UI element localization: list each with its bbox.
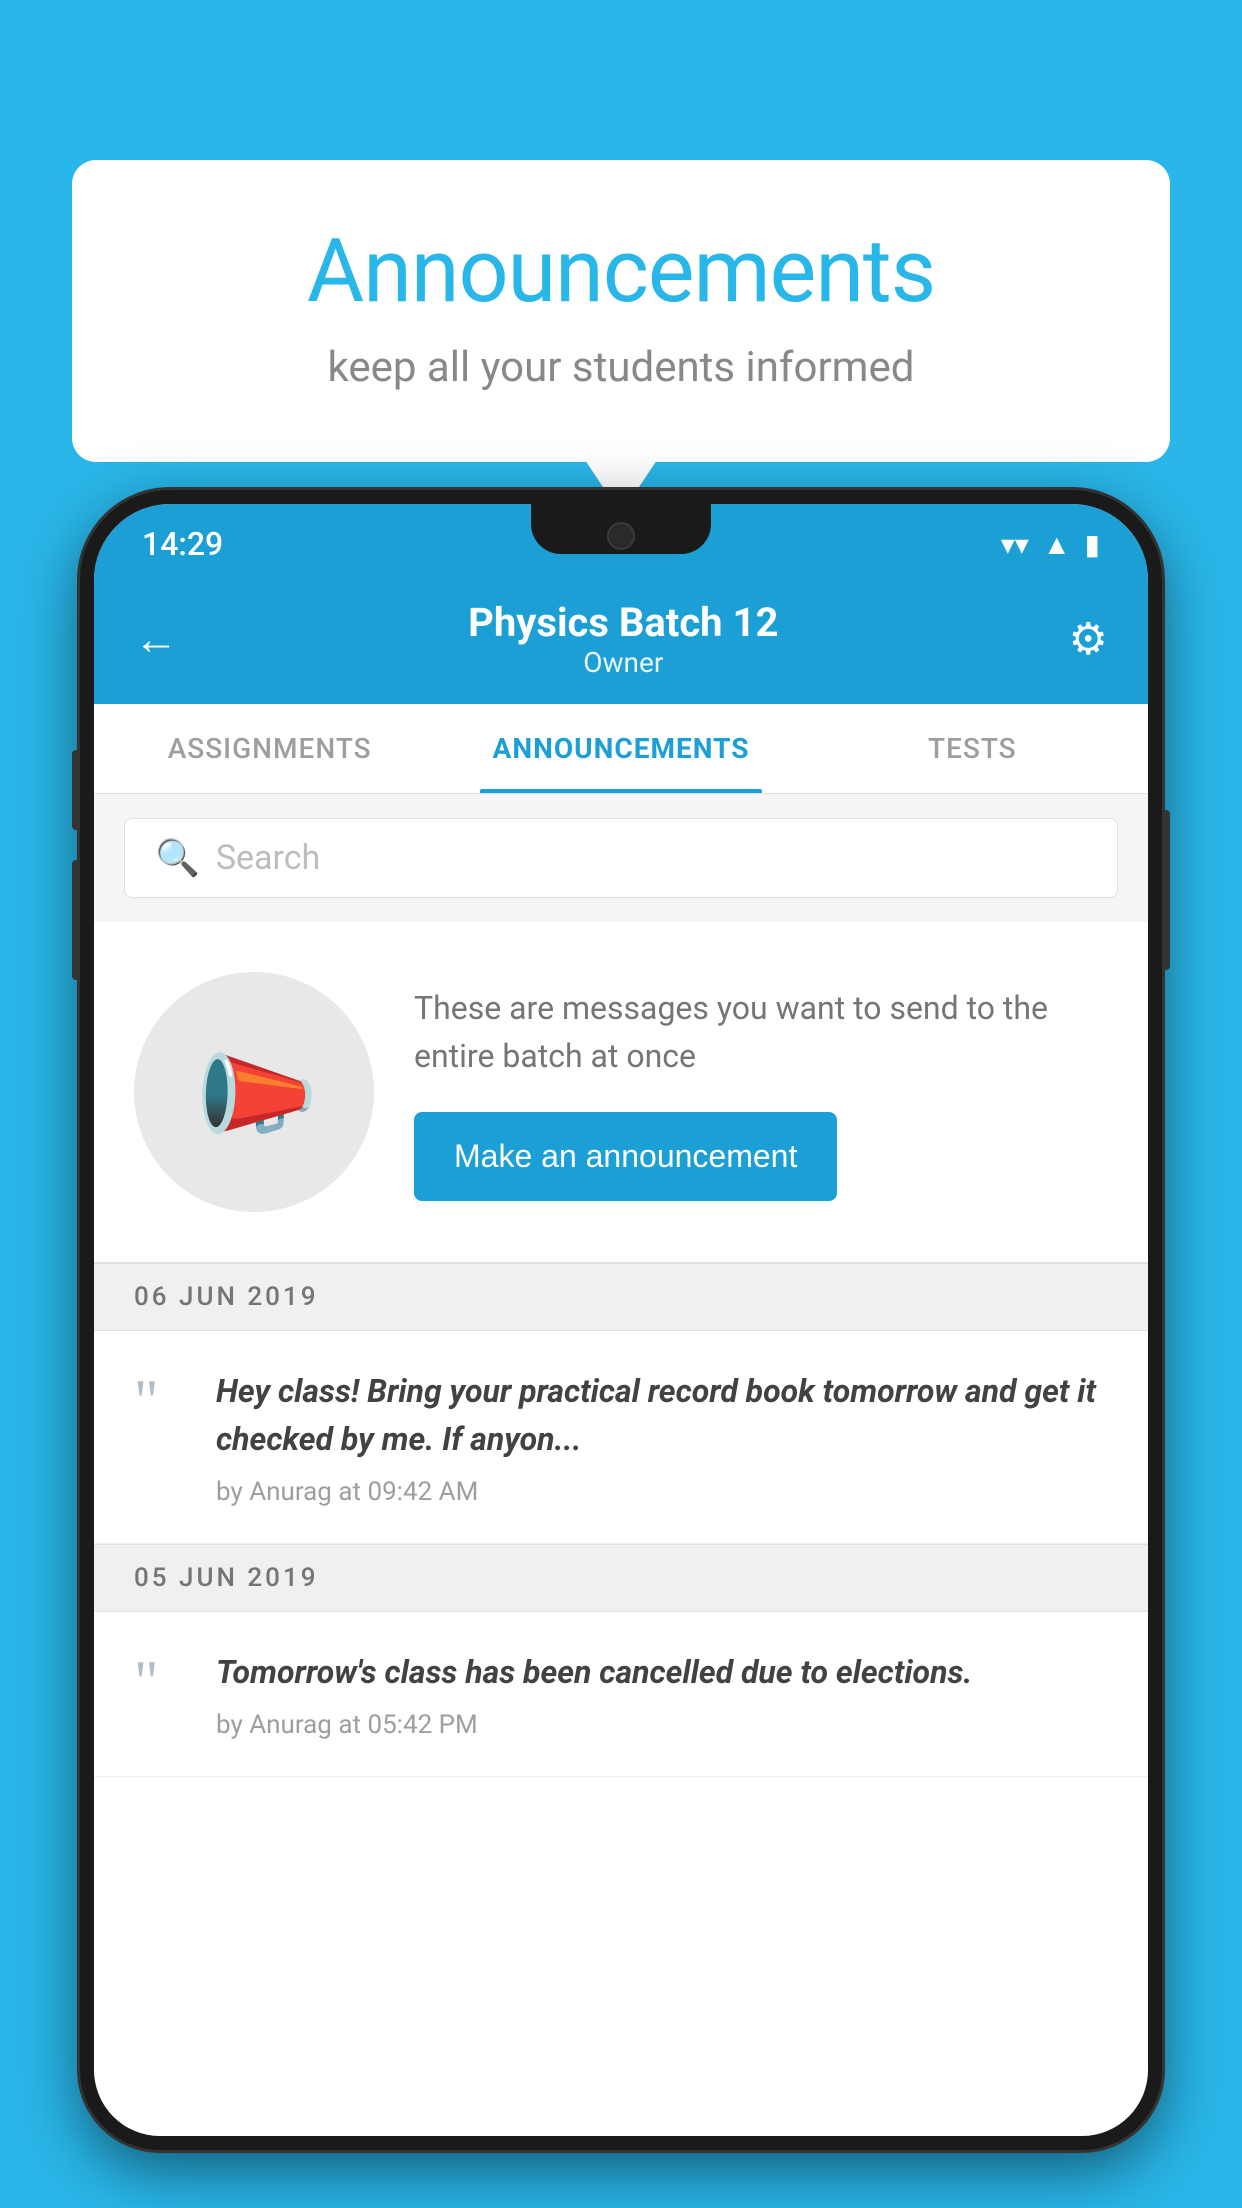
message-content-1: Hey class! Bring your practical record b… xyxy=(216,1367,1108,1507)
phone-screen: 14:29 ▾▾ ▲ ▮ ← Physics Batch 12 Owner ⚙ xyxy=(94,504,1148,2136)
message-meta-2: by Anurag at 05:42 PM xyxy=(216,1710,1108,1740)
quote-icon-1: " xyxy=(134,1371,184,1431)
date-divider-1: 06 JUN 2019 xyxy=(94,1263,1148,1331)
phone-outer: 14:29 ▾▾ ▲ ▮ ← Physics Batch 12 Owner ⚙ xyxy=(80,490,1162,2208)
message-item-2[interactable]: " Tomorrow's class has been cancelled du… xyxy=(94,1612,1148,1777)
message-text-1: Hey class! Bring your practical record b… xyxy=(216,1367,1108,1463)
quote-icon-2: " xyxy=(134,1652,184,1712)
settings-button[interactable]: ⚙ xyxy=(1069,613,1108,665)
battery-icon: ▮ xyxy=(1085,528,1100,561)
promo-icon-circle: 📣 xyxy=(134,972,374,1212)
search-placeholder: Search xyxy=(216,838,320,878)
header-title: Physics Batch 12 xyxy=(468,599,778,646)
side-button-power xyxy=(1162,810,1170,970)
message-meta-1: by Anurag at 09:42 AM xyxy=(216,1477,1108,1507)
header-title-area: Physics Batch 12 Owner xyxy=(468,599,778,679)
status-icons: ▾▾ ▲ ▮ xyxy=(1001,528,1100,561)
make-announcement-button[interactable]: Make an announcement xyxy=(414,1112,837,1201)
search-bar[interactable]: 🔍 Search xyxy=(124,818,1118,898)
message-text-2: Tomorrow's class has been cancelled due … xyxy=(216,1648,1108,1696)
side-button-vol-down xyxy=(72,860,80,980)
speech-bubble-card: Announcements keep all your students inf… xyxy=(72,160,1170,462)
wifi-icon: ▾▾ xyxy=(1001,528,1029,561)
app-header: ← Physics Batch 12 Owner ⚙ xyxy=(94,574,1148,704)
phone-notch xyxy=(531,504,711,554)
megaphone-icon: 📣 xyxy=(175,1016,332,1169)
header-subtitle: Owner xyxy=(468,646,778,679)
promo-section: 📣 These are messages you want to send to… xyxy=(94,922,1148,1263)
promo-content: These are messages you want to send to t… xyxy=(414,984,1108,1201)
tab-tests[interactable]: TESTS xyxy=(797,704,1148,793)
phone-frame: 14:29 ▾▾ ▲ ▮ ← Physics Batch 12 Owner ⚙ xyxy=(80,490,1162,2150)
announcements-subtitle: keep all your students informed xyxy=(152,343,1090,392)
phone-camera xyxy=(607,522,635,550)
announcements-title: Announcements xyxy=(152,220,1090,323)
message-content-2: Tomorrow's class has been cancelled due … xyxy=(216,1648,1108,1740)
search-container: 🔍 Search xyxy=(94,794,1148,922)
tabs-bar: ASSIGNMENTS ANNOUNCEMENTS TESTS xyxy=(94,704,1148,794)
back-button[interactable]: ← xyxy=(134,613,178,665)
search-icon: 🔍 xyxy=(155,837,200,879)
tab-announcements[interactable]: ANNOUNCEMENTS xyxy=(445,704,796,793)
signal-icon: ▲ xyxy=(1043,528,1071,561)
date-divider-2: 05 JUN 2019 xyxy=(94,1544,1148,1612)
status-time: 14:29 xyxy=(142,525,223,563)
promo-description: These are messages you want to send to t… xyxy=(414,984,1108,1080)
speech-bubble-section: Announcements keep all your students inf… xyxy=(72,160,1170,462)
message-item-1[interactable]: " Hey class! Bring your practical record… xyxy=(94,1331,1148,1544)
side-button-vol-up xyxy=(72,750,80,830)
tab-assignments[interactable]: ASSIGNMENTS xyxy=(94,704,445,793)
